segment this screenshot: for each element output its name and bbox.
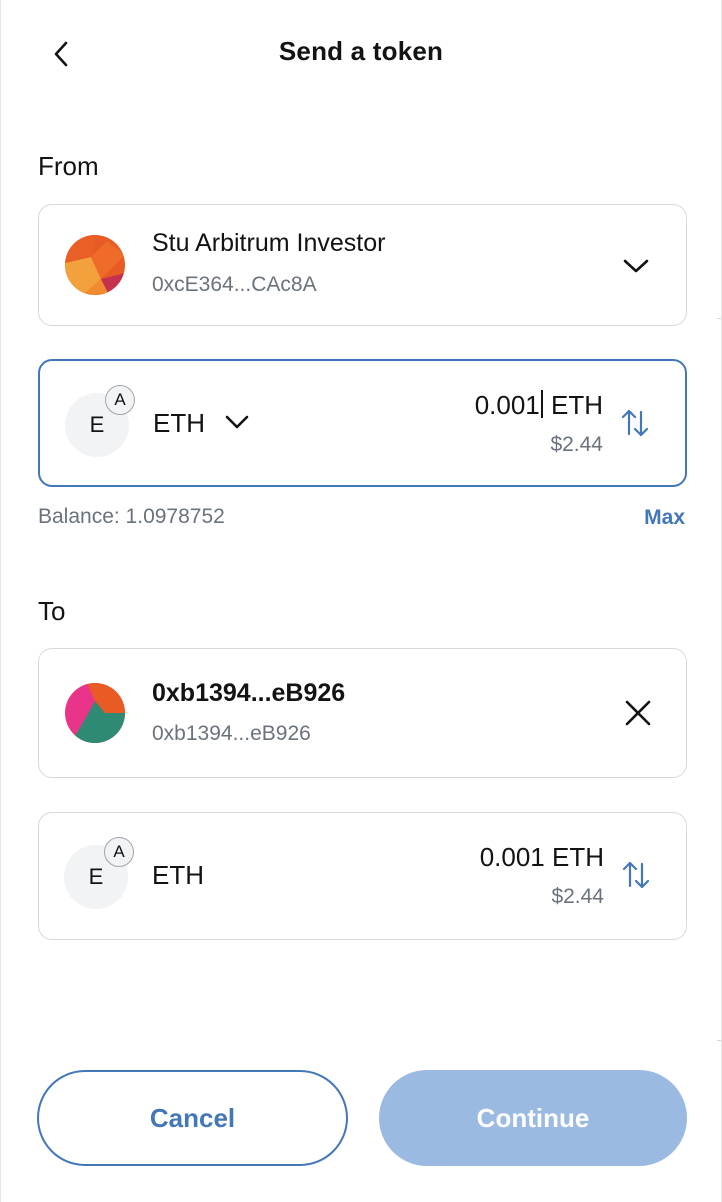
token-selector[interactable]: ETH: [153, 408, 250, 439]
close-icon[interactable]: [624, 699, 652, 727]
edge-divider: [717, 318, 721, 319]
fiat-value: $2.44: [551, 885, 604, 908]
amount-value: 0.001: [474, 390, 540, 420]
chevron-down-icon: [225, 415, 249, 429]
receive-amount: 0.001 ETH: [479, 842, 604, 872]
to-label: To: [38, 596, 66, 626]
network-badge: A: [105, 385, 135, 415]
header: Send a token: [1, 0, 721, 108]
to-recipient-card[interactable]: 0xb1394...eB926 0xb1394...eB926: [38, 648, 687, 778]
recipient-avatar: [65, 683, 125, 743]
amount-input[interactable]: 0.001 ETH: [475, 390, 603, 421]
network-badge: A: [104, 837, 134, 867]
recipient-address: 0xb1394...eB926: [152, 722, 311, 745]
token-icon-letter: E: [88, 864, 104, 889]
token-symbol: ETH: [153, 408, 205, 438]
continue-button[interactable]: Continue: [379, 1070, 687, 1166]
amount-unit: ETH: [543, 390, 603, 420]
balance-text: Balance: 1.0978752: [38, 505, 225, 528]
text-caret: [540, 390, 543, 418]
account-address: 0xcE364...CAc8A: [152, 273, 317, 296]
chevron-down-icon[interactable]: [622, 257, 650, 275]
token-icon-letter: E: [89, 412, 105, 437]
from-account-selector[interactable]: Stu Arbitrum Investor 0xcE364...CAc8A: [38, 204, 687, 326]
page-title: Send a token: [278, 36, 444, 66]
network-badge-letter: A: [113, 842, 125, 861]
recipient-name: 0xb1394...eB926: [152, 679, 346, 707]
swap-arrows-icon[interactable]: [620, 859, 652, 891]
from-amount-input-card[interactable]: E A ETH 0.001 ETH $2.44: [38, 359, 687, 487]
swap-arrows-icon[interactable]: [619, 407, 651, 439]
network-badge-letter: A: [114, 390, 126, 409]
send-token-dialog: Send a token From Stu Arbitrum Investor …: [0, 0, 722, 1202]
max-button[interactable]: Max: [644, 506, 685, 530]
from-label: From: [38, 151, 99, 181]
account-name: Stu Arbitrum Investor: [152, 229, 386, 257]
edge-divider: [717, 1040, 721, 1041]
cancel-button[interactable]: Cancel: [37, 1070, 348, 1166]
fiat-value: $2.44: [550, 433, 603, 456]
account-avatar: [65, 235, 125, 295]
to-amount-card: E A ETH 0.001 ETH $2.44: [38, 812, 687, 940]
token-symbol: ETH: [152, 860, 204, 890]
